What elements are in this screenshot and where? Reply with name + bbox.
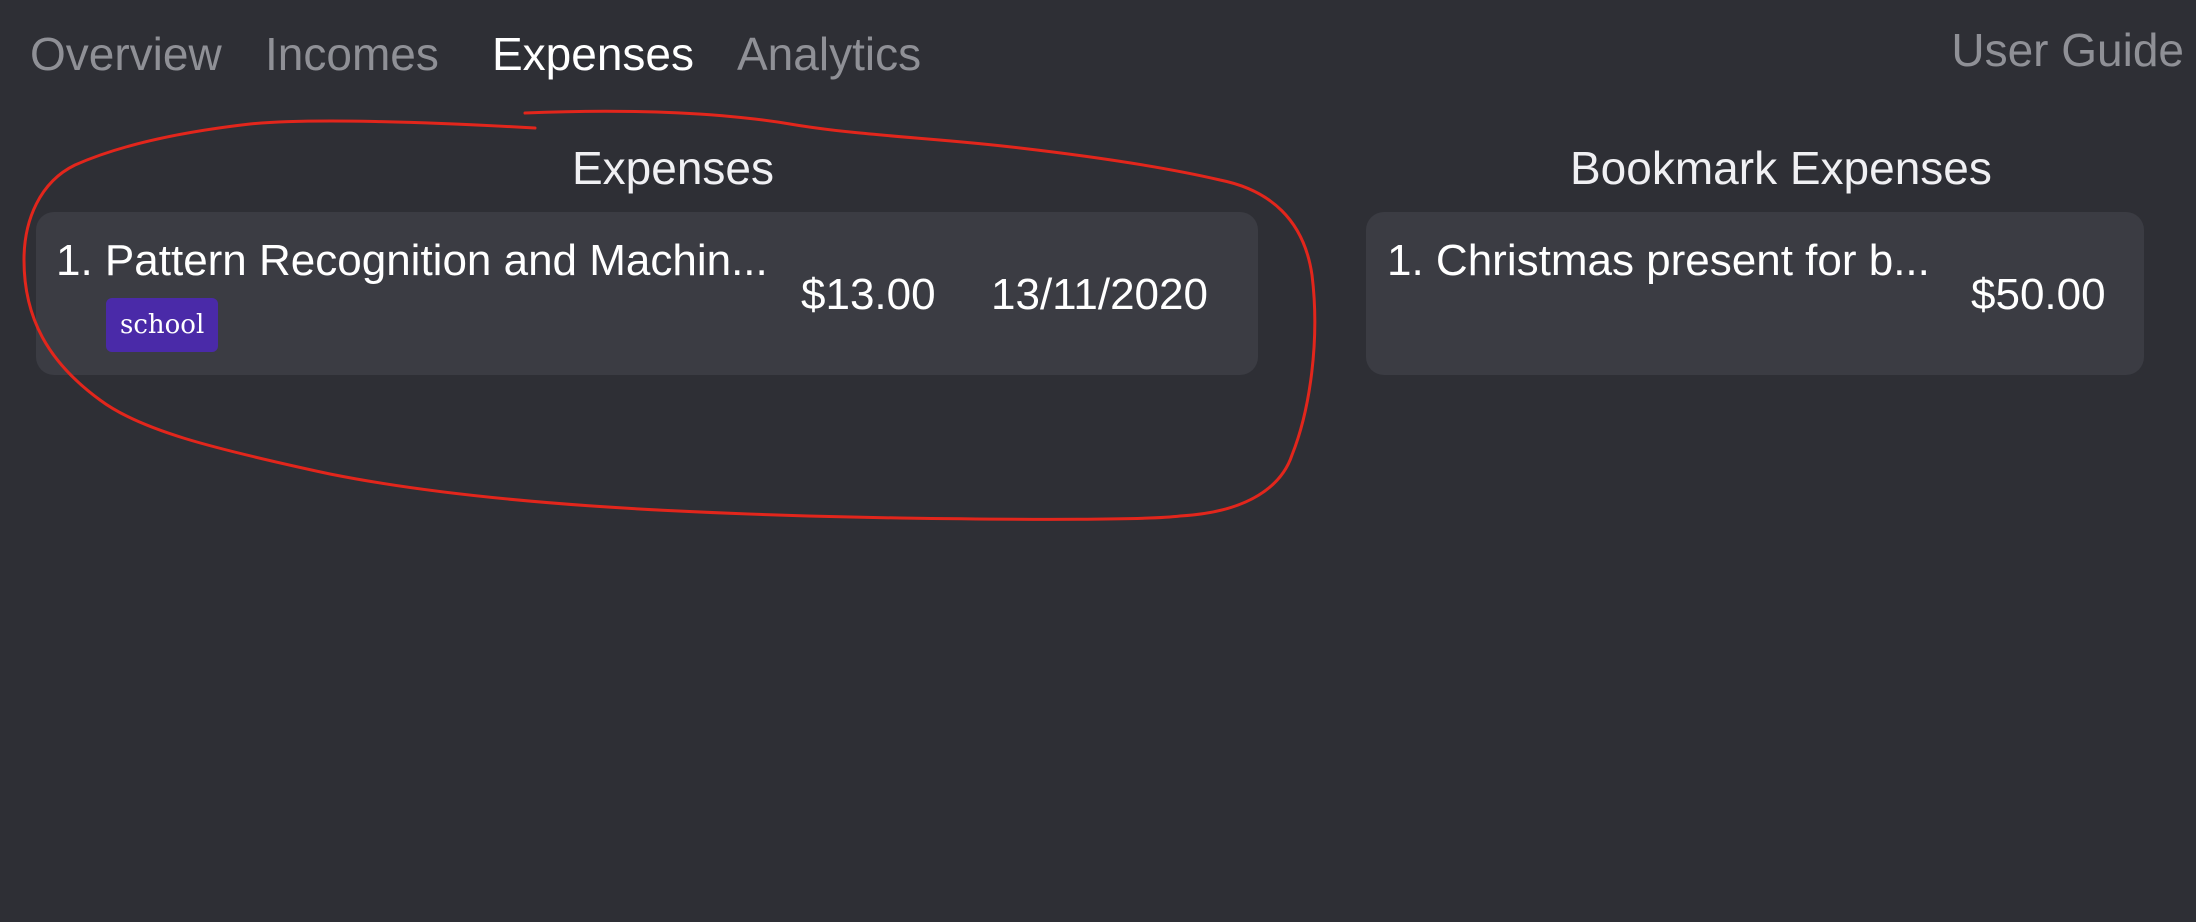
expense-item-title: 1. Pattern Recognition and Machin... [56,236,768,285]
bookmark-item-title: 1. Christmas present for b... [1387,236,1930,285]
bookmark-list-item[interactable]: 1. Christmas present for b... $50.00 [1366,212,2144,375]
bookmark-item-amount: $50.00 [1971,270,2106,319]
expense-item-amount: $13.00 [801,270,936,319]
tab-analytics[interactable]: Analytics [737,24,921,84]
user-guide-button[interactable]: User Guide [1951,20,2184,80]
tab-incomes[interactable]: Incomes [265,24,439,84]
tab-overview[interactable]: Overview [30,24,222,84]
top-navigation: Overview Incomes Expenses Analytics User… [0,0,2196,100]
expense-item-date: 13/11/2020 [991,270,1208,319]
expenses-panel-title: Expenses [572,142,775,194]
expense-list-item[interactable]: 1. Pattern Recognition and Machin... sch… [36,212,1258,375]
bookmark-panel-title: Bookmark Expenses [1570,142,1992,194]
expense-item-tag: school [106,298,219,352]
tab-expenses[interactable]: Expenses [492,24,694,84]
